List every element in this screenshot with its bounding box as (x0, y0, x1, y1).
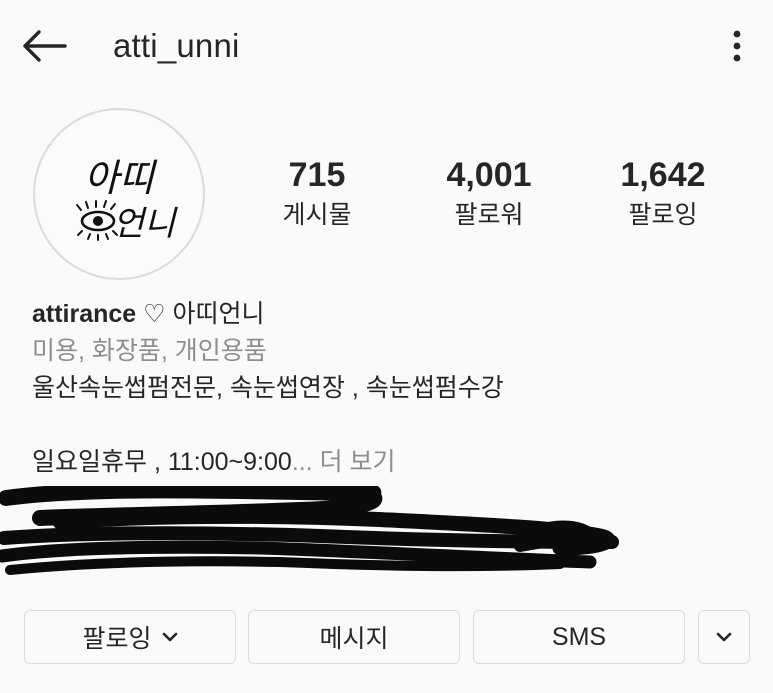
posts-label: 게시물 (282, 201, 352, 229)
redaction-scribble (0, 486, 619, 575)
stat-following[interactable]: 1,642 팔로잉 (578, 152, 748, 232)
followers-label: 팔로워 (454, 201, 524, 229)
following-button[interactable]: 팔로잉 (24, 610, 236, 664)
eye-icon (76, 200, 118, 241)
back-arrow-icon (23, 30, 67, 62)
following-count: 1,642 (620, 156, 706, 194)
sms-button-label: SMS (551, 622, 607, 651)
message-button[interactable]: 메시지 (248, 610, 460, 664)
chevron-down-icon (716, 632, 732, 642)
message-button-label: 메시지 (319, 625, 389, 653)
stat-posts[interactable]: 715 게시물 (232, 152, 402, 232)
display-name-korean: 아띠언니 (172, 300, 265, 328)
suggestions-dropdown-button[interactable] (698, 610, 750, 664)
following-label: 팔로잉 (628, 201, 698, 229)
profile-bio: attirance ♡ 아띠언니 미용, 화장품, 개인용품 울산속눈썹펌전문,… (32, 296, 752, 481)
stat-followers[interactable]: 4,001 팔로워 (404, 152, 574, 232)
profile-actions: 팔로잉 메시지 SMS (0, 610, 773, 666)
profile-avatar[interactable]: 아띠 언니 (33, 108, 205, 280)
back-button[interactable] (16, 22, 74, 70)
sms-button[interactable]: SMS (473, 610, 685, 664)
more-options-button[interactable] (717, 22, 757, 70)
avatar-logo-line2: 언니 (113, 204, 178, 244)
bio-ellipsis: ... (291, 448, 313, 476)
profile-username-title: atti_unni (113, 27, 240, 64)
posts-count: 715 (288, 156, 346, 194)
heart-symbol: ♡ (143, 300, 166, 328)
following-button-label: 팔로잉 (82, 625, 152, 653)
followers-count: 4,001 (446, 156, 532, 194)
bio-text-line-2: 일요일휴무 , 11:00~9:00... 더 보기 (32, 444, 752, 481)
top-bar: atti_unni (0, 0, 773, 92)
avatar-logo-line1: 아띠 (84, 156, 158, 200)
bio-blank-line (32, 407, 752, 444)
bio-name-line: attirance ♡ 아띠언니 (32, 296, 752, 333)
bio-more-link[interactable]: 더 보기 (320, 448, 396, 476)
bio-hours-text: 일요일휴무 , 11:00~9:00 (32, 448, 292, 476)
chevron-down-icon (162, 632, 177, 642)
more-vertical-icon (733, 30, 741, 62)
profile-category: 미용, 화장품, 개인용품 (32, 337, 267, 365)
bio-text-line-1: 울산속눈썹펌전문, 속눈썹연장 , 속눈썹펌수강 (32, 374, 504, 402)
profile-stats: 715 게시물 4,001 팔로워 1,642 팔로잉 (232, 152, 772, 242)
avatar-logo: 아띠 언니 (76, 156, 178, 244)
display-name: attirance (32, 300, 137, 328)
